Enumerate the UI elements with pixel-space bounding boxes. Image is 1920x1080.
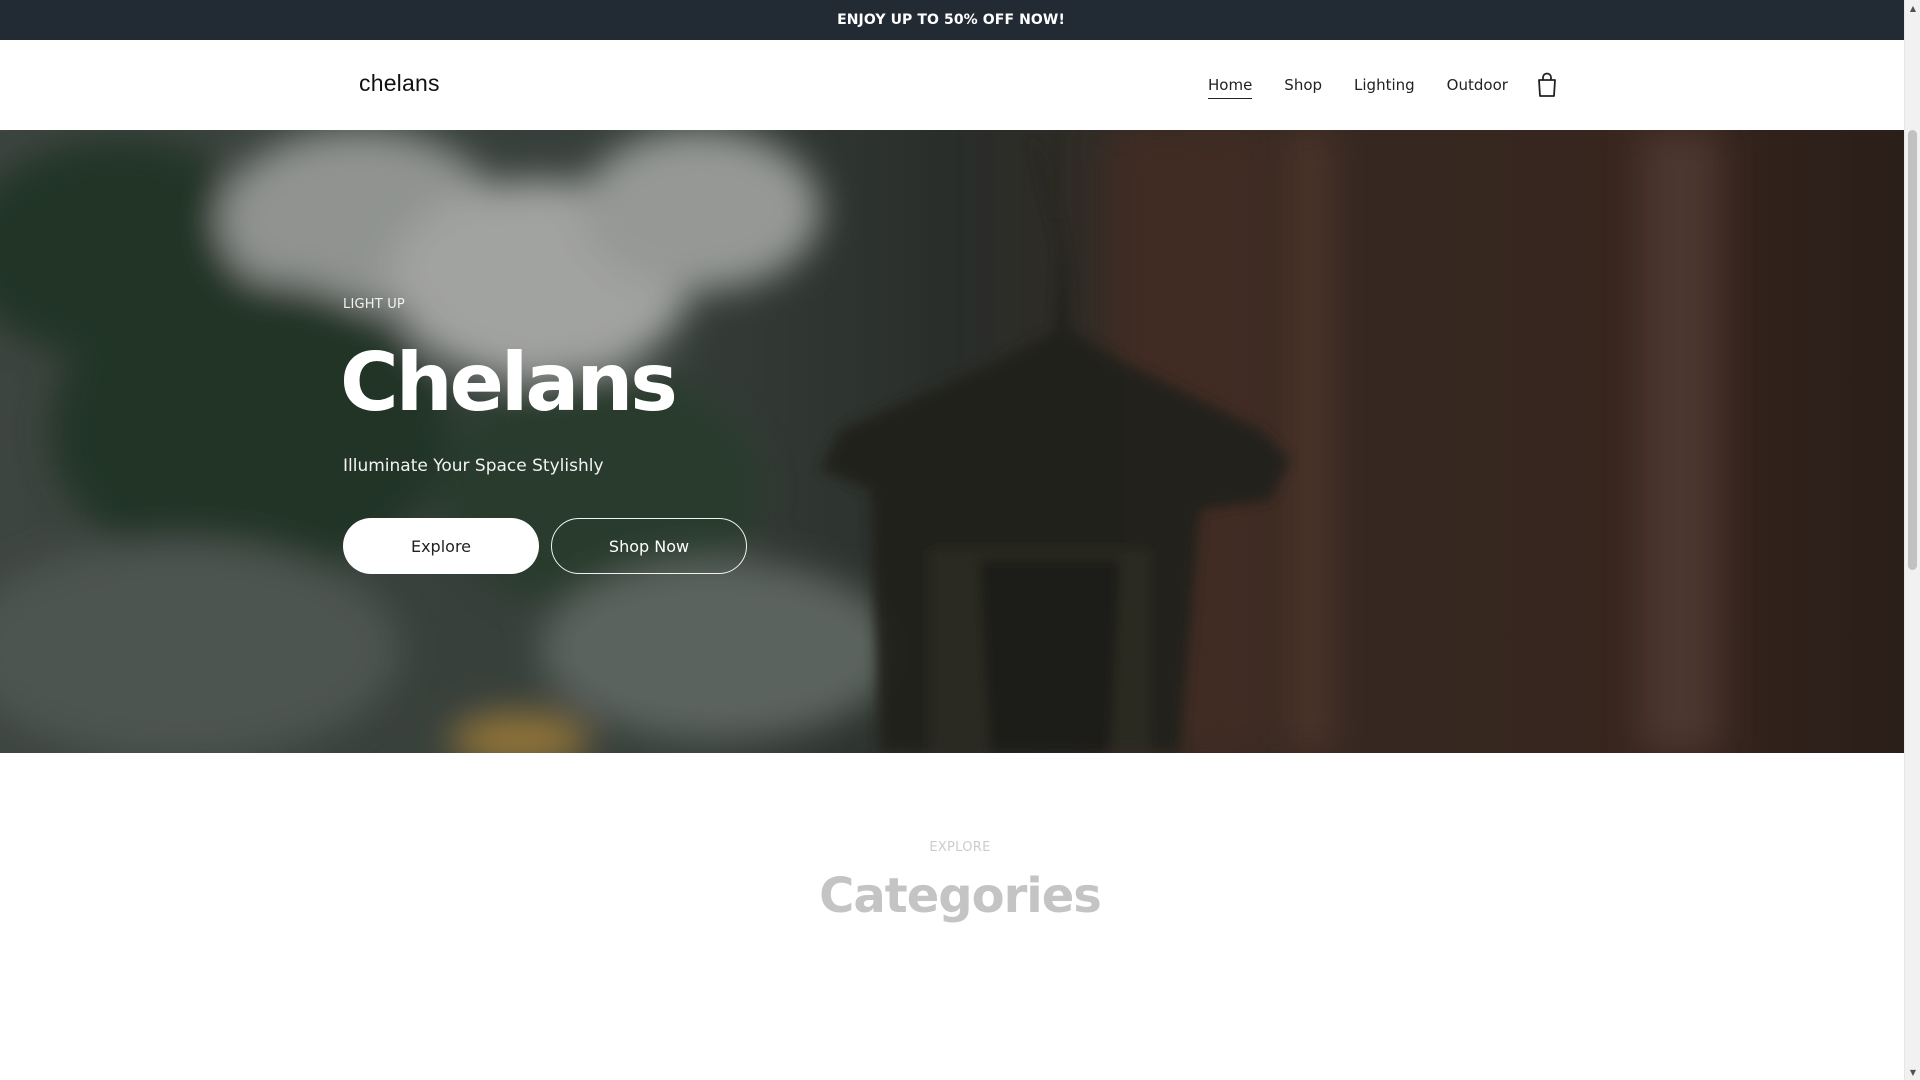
scroll-up-arrow-icon[interactable]: ▲	[1905, 0, 1920, 16]
announcement-bar: ENJOY UP TO 50% OFF NOW!	[0, 0, 1920, 40]
main-nav: Home Shop Lighting Outdoor	[1208, 40, 1540, 130]
nav-item-outdoor[interactable]: Outdoor	[1447, 76, 1508, 94]
scrollbar-thumb[interactable]	[1908, 130, 1917, 570]
hero-eyebrow: LIGHT UP	[343, 297, 405, 312]
nav-item-lighting[interactable]: Lighting	[1354, 76, 1415, 94]
hero-title: Chelans	[340, 336, 678, 429]
announcement-text: ENJOY UP TO 50% OFF NOW!	[837, 12, 1065, 28]
hero-overlay	[0, 130, 1920, 753]
nav-item-shop[interactable]: Shop	[1284, 76, 1322, 94]
explore-button[interactable]: Explore	[343, 518, 539, 574]
hero-subtitle: Illuminate Your Space Stylishly	[343, 456, 604, 476]
site-logo[interactable]: chelans	[359, 70, 440, 97]
categories-title: Categories	[819, 868, 1102, 924]
page-scrollbar[interactable]: ▲ ▼	[1904, 0, 1920, 1080]
shop-now-button[interactable]: Shop Now	[551, 518, 747, 574]
categories-eyebrow: EXPLORE	[929, 840, 991, 855]
hero-section: LIGHT UP Chelans Illuminate Your Space S…	[0, 130, 1920, 753]
site-header: chelans Home Shop Lighting Outdoor	[0, 40, 1920, 130]
page: ENJOY UP TO 50% OFF NOW! chelans Home Sh…	[0, 0, 1920, 1080]
nav-item-home[interactable]: Home	[1208, 76, 1253, 99]
shopping-bag-icon[interactable]	[1536, 72, 1558, 98]
scroll-down-arrow-icon[interactable]: ▼	[1905, 1064, 1920, 1080]
